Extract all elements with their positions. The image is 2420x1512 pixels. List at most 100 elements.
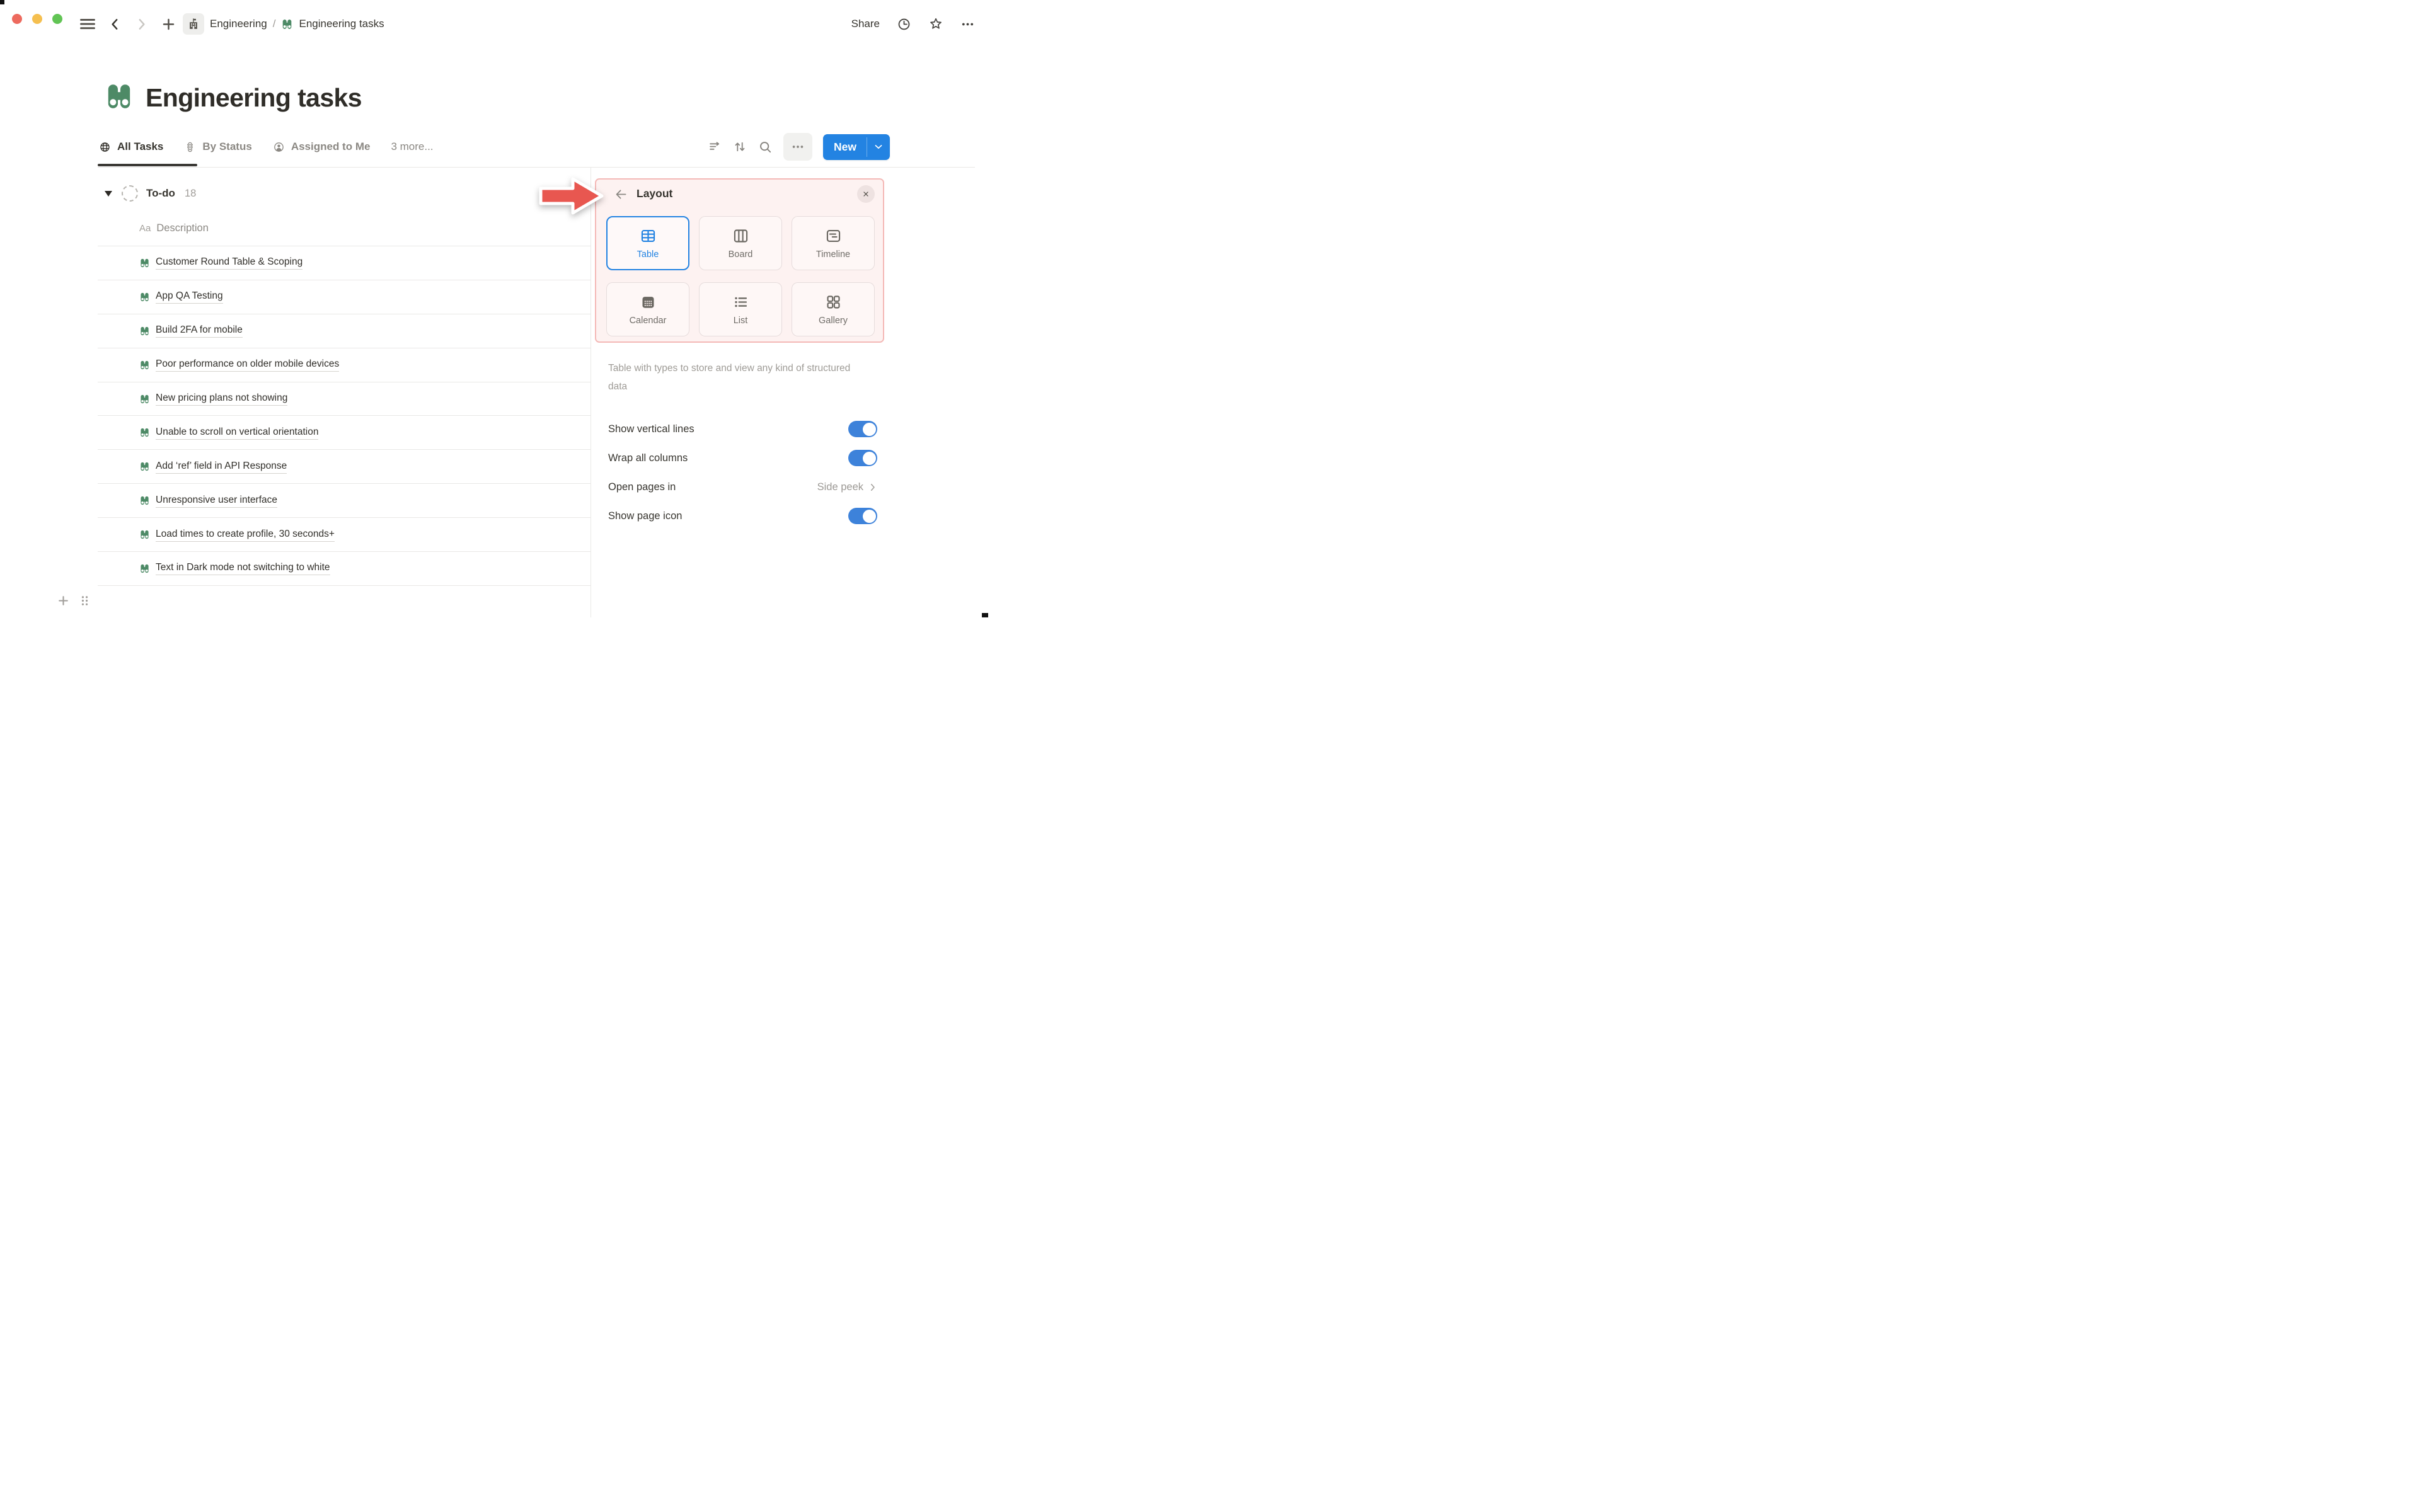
layout-option-label: Board — [728, 249, 753, 260]
page-binoculars-icon[interactable] — [104, 81, 134, 112]
history-clock-icon[interactable] — [897, 17, 911, 32]
table-row[interactable]: Unable to scroll on vertical orientation — [98, 416, 591, 450]
layout-option-calendar[interactable]: Calendar — [606, 282, 689, 336]
tab-more-views[interactable]: 3 more... — [391, 140, 433, 153]
setting-show-page-icon: Show page icon — [608, 501, 877, 530]
group-header-todo: To-do 18 — [105, 183, 196, 204]
new-button[interactable]: New — [823, 134, 867, 160]
favorite-star-icon[interactable] — [928, 16, 943, 32]
task-title: Load times to create profile, 30 seconds… — [156, 528, 335, 542]
task-title: Text in Dark mode not switching to white — [156, 561, 330, 576]
topbar-nav — [79, 0, 176, 48]
table-row[interactable]: Load times to create profile, 30 seconds… — [98, 518, 591, 553]
table-row[interactable]: Build 2FA for mobile — [98, 314, 591, 348]
group-count: 18 — [184, 187, 197, 199]
task-title: Build 2FA for mobile — [156, 324, 243, 338]
open-pages-in-select[interactable]: Side peek — [817, 481, 877, 493]
layout-option-label: List — [733, 315, 748, 326]
table-icon — [640, 227, 657, 244]
window-topbar: Engineering / Engineering tasks Share — [0, 0, 988, 48]
gallery-icon — [825, 294, 842, 311]
text-type-icon: Aa — [139, 222, 151, 234]
active-tab-underline — [98, 164, 197, 166]
table-row[interactable]: Unresponsive user interface — [98, 484, 591, 518]
forward-icon[interactable] — [134, 17, 149, 32]
close-icon — [861, 190, 870, 198]
more-options-icon[interactable] — [960, 17, 975, 32]
wrap-columns-toggle[interactable] — [848, 450, 877, 466]
ellipsis-icon — [791, 140, 805, 154]
task-title: Poor performance on older mobile devices — [156, 358, 340, 372]
vertical-lines-toggle[interactable] — [848, 421, 877, 437]
red-annotation-arrow — [539, 176, 604, 215]
layout-settings: Show vertical lines Wrap all columns Ope… — [608, 415, 877, 530]
open-pages-in-value: Side peek — [817, 481, 863, 493]
zoom-window-button[interactable] — [52, 14, 62, 24]
layout-option-label: Table — [637, 249, 659, 260]
tab-all-tasks[interactable]: All Tasks — [99, 140, 163, 153]
binoculars-icon — [139, 394, 150, 404]
timeline-icon — [825, 227, 842, 244]
breadcrumb-separator: / — [272, 18, 276, 30]
table-row[interactable]: Text in Dark mode not switching to white — [98, 552, 591, 586]
new-page-icon[interactable] — [161, 16, 176, 32]
minimize-window-button[interactable] — [32, 14, 42, 24]
tab-by-status-label: By Status — [202, 140, 252, 152]
setting-label: Wrap all columns — [608, 452, 688, 464]
layout-options: Table Board Timeline Calendar List Galle… — [606, 216, 875, 336]
toggle-knob — [862, 509, 876, 523]
search-icon[interactable] — [758, 140, 773, 154]
binoculars-icon — [139, 292, 150, 302]
tabs-divider — [98, 167, 975, 168]
chevron-right-icon — [868, 483, 877, 492]
table-row[interactable]: App QA Testing — [98, 280, 591, 314]
table-row[interactable]: New pricing plans not showing — [98, 382, 591, 416]
task-title: New pricing plans not showing — [156, 392, 288, 406]
column-header-description[interactable]: Aa Description — [139, 219, 209, 237]
table-row[interactable]: Add ‘ref’ field in API Response — [98, 450, 591, 484]
layout-option-table[interactable]: Table — [606, 216, 689, 270]
layout-description: Table with types to store and view any k… — [608, 363, 851, 392]
add-row-icon[interactable] — [57, 594, 70, 607]
share-button[interactable]: Share — [851, 18, 880, 30]
back-icon[interactable] — [108, 17, 122, 32]
view-settings-button[interactable] — [783, 133, 813, 161]
task-table: Customer Round Table & Scoping App QA Te… — [98, 246, 591, 586]
workspace-building-icon[interactable] — [183, 13, 204, 35]
layout-option-timeline[interactable]: Timeline — [792, 216, 875, 270]
toggle-knob — [862, 422, 876, 436]
breadcrumb-workspace[interactable]: Engineering — [210, 18, 267, 30]
panel-back-button[interactable] — [614, 187, 628, 202]
layout-option-gallery[interactable]: Gallery — [792, 282, 875, 336]
panel-close-button[interactable] — [857, 185, 875, 203]
layout-option-list[interactable]: List — [699, 282, 782, 336]
sidebar-menu-icon[interactable] — [79, 16, 96, 32]
drag-handle-icon[interactable] — [78, 593, 91, 608]
setting-label: Show vertical lines — [608, 423, 694, 435]
layout-option-label: Calendar — [629, 315, 667, 326]
breadcrumb-page[interactable]: Engineering tasks — [281, 18, 384, 30]
table-row[interactable]: Customer Round Table & Scoping — [98, 246, 591, 280]
setting-wrap-all-columns: Wrap all columns — [608, 444, 877, 472]
task-title: App QA Testing — [156, 290, 223, 304]
close-window-button[interactable] — [12, 14, 22, 24]
sort-icon[interactable] — [732, 139, 747, 154]
person-icon — [273, 141, 285, 153]
tab-by-status[interactable]: By Status — [184, 140, 252, 153]
binoculars-icon — [139, 529, 150, 540]
page-icon-toggle[interactable] — [848, 508, 877, 524]
toggle-knob — [862, 451, 876, 465]
table-row[interactable]: Poor performance on older mobile devices — [98, 348, 591, 382]
new-dropdown-button[interactable] — [867, 134, 890, 160]
filter-icon[interactable] — [708, 140, 722, 154]
task-title: Add ‘ref’ field in API Response — [156, 460, 287, 474]
tab-assigned-to-me-label: Assigned to Me — [291, 140, 371, 152]
task-title: Unresponsive user interface — [156, 494, 277, 508]
todo-status-icon — [122, 185, 138, 202]
group-collapse-triangle[interactable] — [105, 190, 112, 197]
setting-label: Show page icon — [608, 510, 683, 522]
tab-assigned-to-me[interactable]: Assigned to Me — [273, 140, 371, 153]
page-title[interactable]: Engineering tasks — [146, 82, 362, 113]
layout-option-label: Timeline — [815, 249, 851, 260]
layout-option-board[interactable]: Board — [699, 216, 782, 270]
